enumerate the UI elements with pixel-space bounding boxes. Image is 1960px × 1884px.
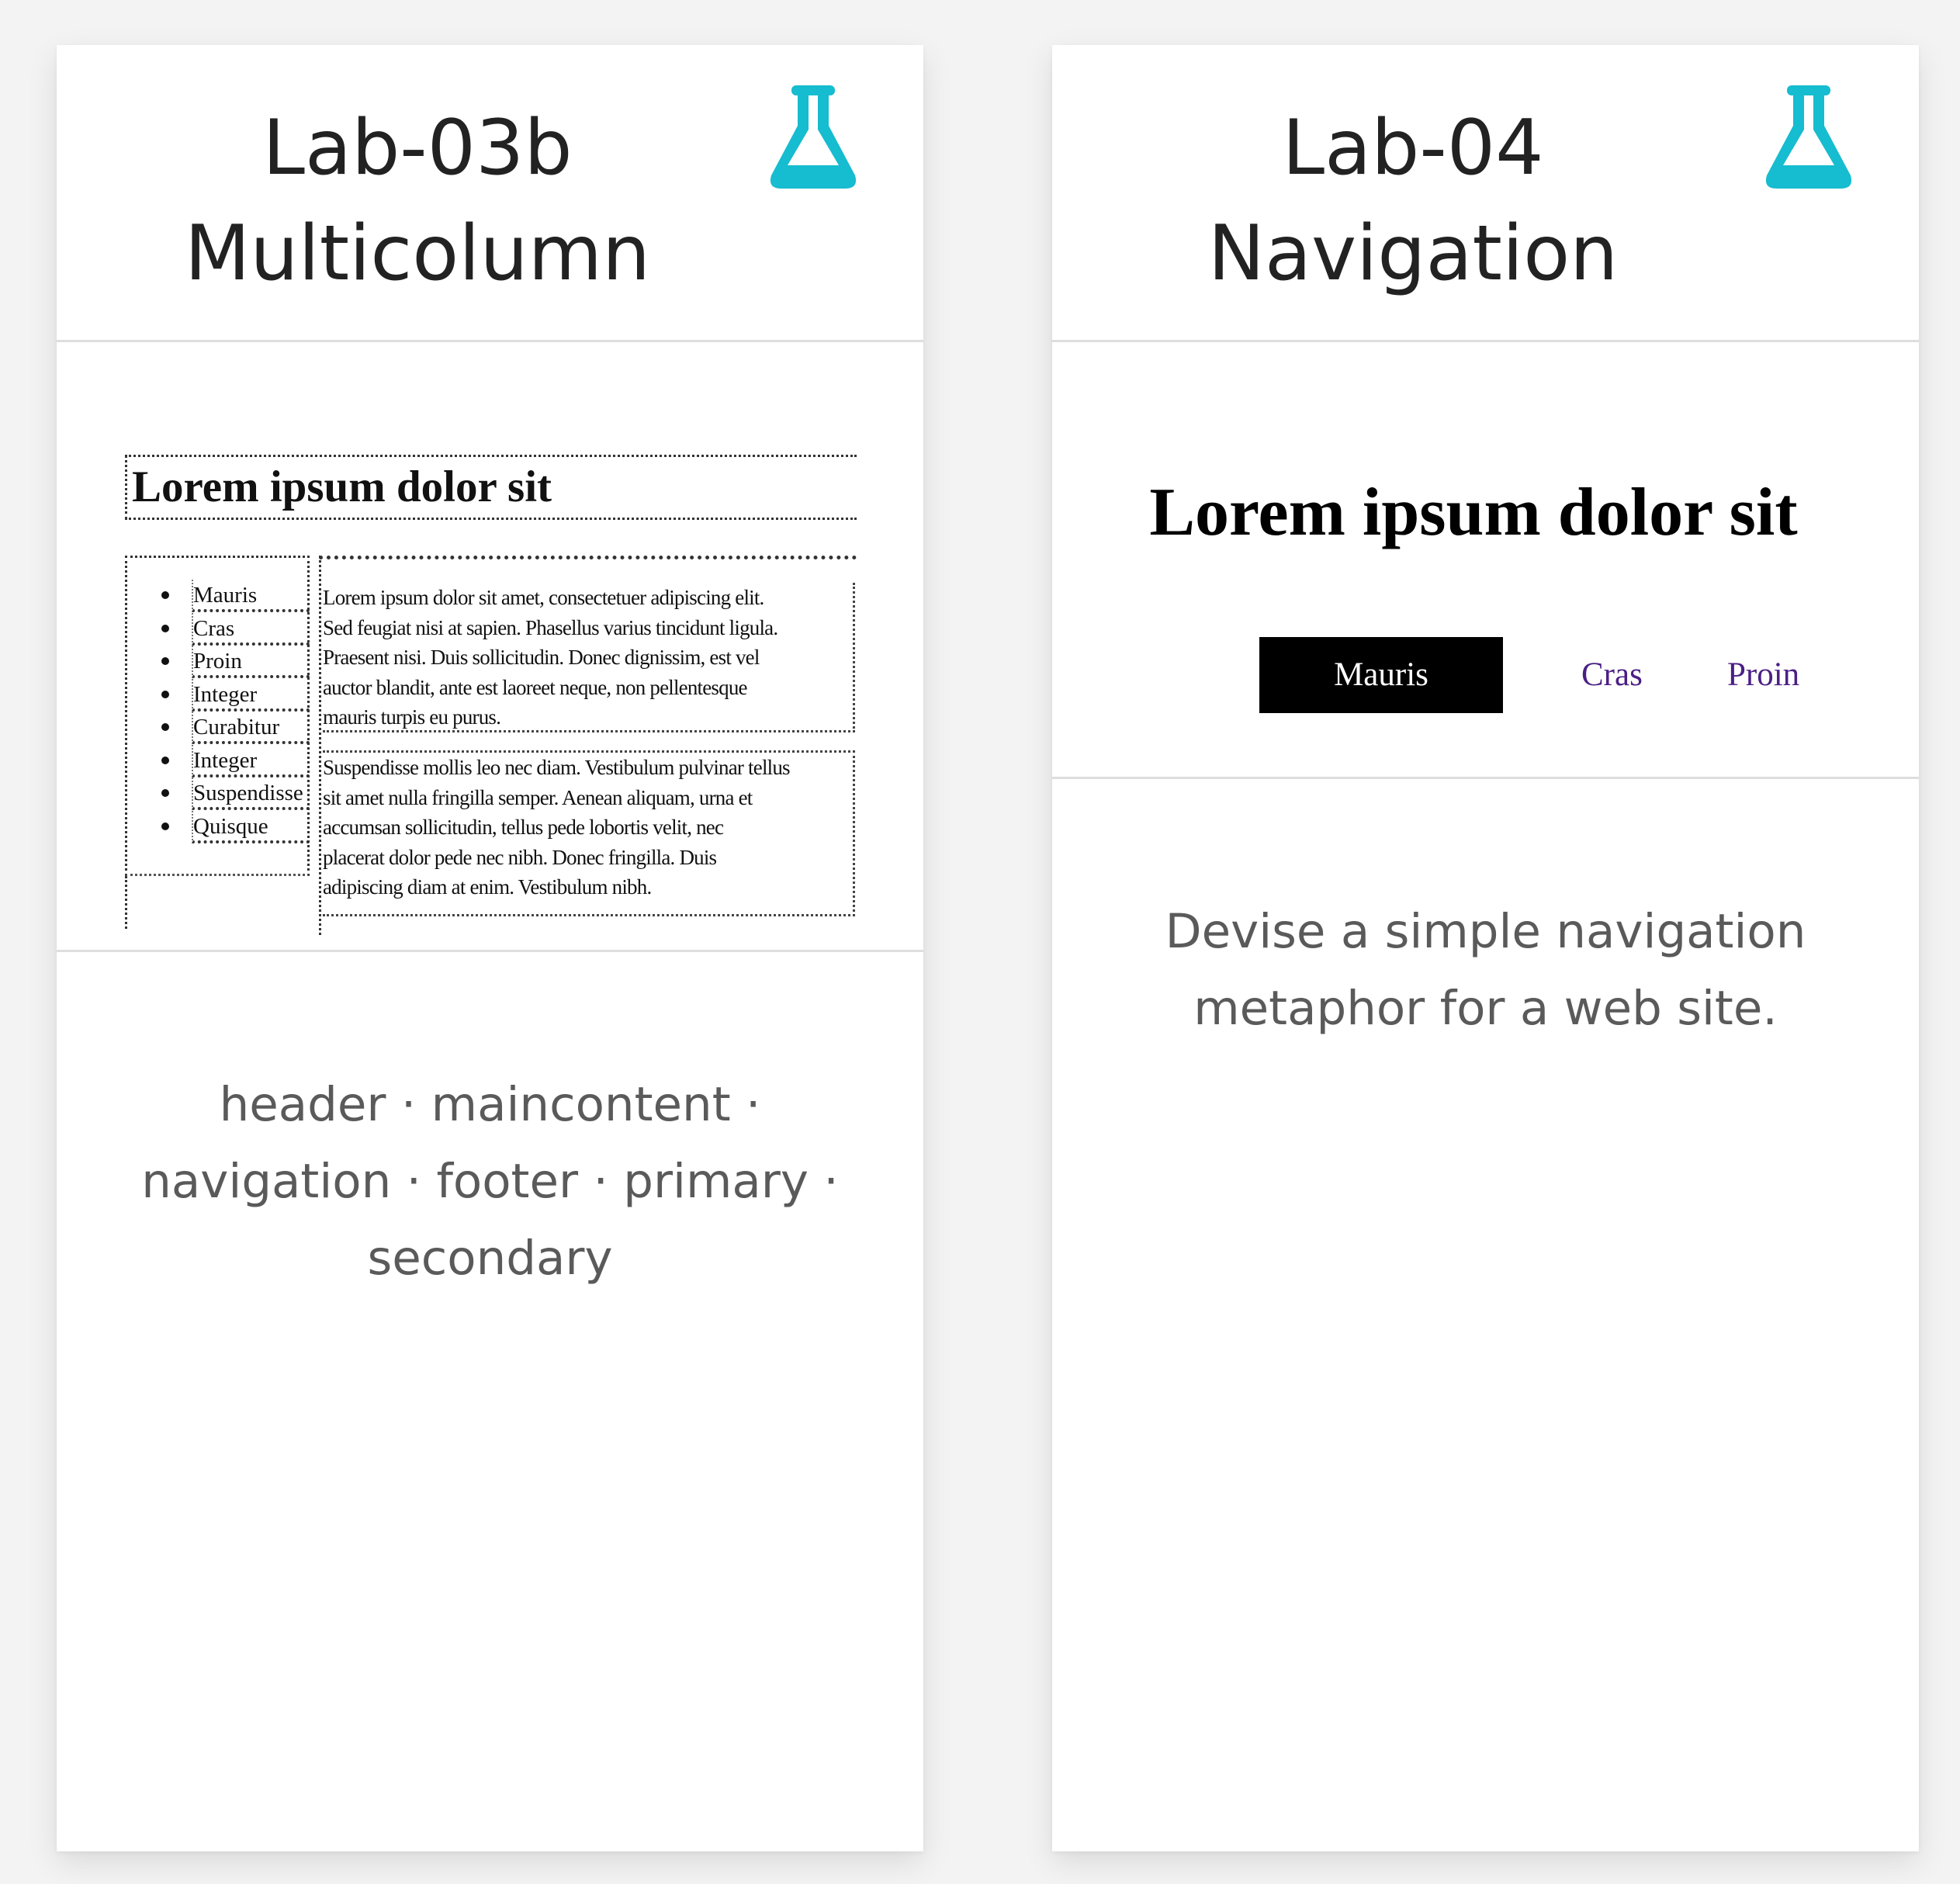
card-description: Devise a simple navigation metaphor for … (1130, 893, 1841, 1047)
card-title-line1: Lab-03b (262, 104, 573, 192)
thumbnail-divider (125, 876, 127, 929)
list-item: Proin (157, 646, 310, 679)
card-description: header · maincontent · navigation · foot… (134, 1066, 846, 1297)
list-item: Integer (157, 744, 310, 778)
thumbnail-list: Mauris Cras Proin Integer Curabitur Inte… (157, 580, 310, 844)
card-title[interactable]: Lab-04 Navigation (1075, 95, 1750, 306)
lab-card-04[interactable]: Lab-04 Navigation Lorem ipsum dolor sit … (1052, 45, 1919, 1851)
description-line: header · maincontent · (219, 1077, 761, 1132)
thumbnail-heading: Lorem ipsum dolor sit (1149, 475, 1798, 550)
multicolumn-thumbnail: Lorem ipsum dolor sit Mauris Cras Proin … (125, 455, 861, 935)
description-line: secondary (367, 1231, 613, 1286)
card-title-line2: Multicolumn (184, 210, 651, 298)
nav-link[interactable]: Cras (1581, 637, 1643, 713)
list-item: Suspendisse (157, 777, 310, 811)
card-preview-image: Lorem ipsum dolor sit Mauris Cras Proin … (57, 342, 923, 952)
list-item: Curabitur (157, 712, 310, 745)
list-item: Quisque (157, 810, 310, 844)
thumbnail-main: Lorem ipsum dolor sit amet, consectetuer… (319, 556, 857, 935)
thumbnail-paragraph: Lorem ipsum dolor sit amet, consectetuer… (323, 583, 855, 732)
card-preview-image: Lorem ipsum dolor sit Mauris Cras Proin (1052, 342, 1919, 779)
description-line: Devise a simple navigation (1165, 904, 1806, 959)
thumbnail-sidebar: Mauris Cras Proin Integer Curabitur Inte… (125, 556, 310, 876)
thumbnail-paragraph: Suspendisse mollis leo nec diam. Vestibu… (323, 750, 855, 916)
card-header: Lab-04 Navigation (1052, 45, 1919, 342)
card-header: Lab-03b Multicolumn (57, 45, 923, 342)
list-item: Cras (157, 612, 310, 646)
description-line: metaphor for a web site. (1193, 981, 1778, 1036)
list-item: Mauris (157, 580, 310, 613)
list-item: Integer (157, 678, 310, 712)
thumbnail-header: Lorem ipsum dolor sit (125, 455, 857, 520)
description-line: navigation · footer · primary · (141, 1154, 839, 1209)
flask-icon[interactable] (768, 85, 858, 190)
nav-link[interactable]: Proin (1727, 637, 1799, 713)
thumbnail-heading: Lorem ipsum dolor sit (132, 462, 552, 511)
nav-item-active[interactable]: Mauris (1259, 637, 1503, 713)
lab-card-03b[interactable]: Lab-03b Multicolumn Lorem ipsum dolor si… (57, 45, 923, 1851)
flask-icon[interactable] (1764, 85, 1854, 190)
card-title[interactable]: Lab-03b Multicolumn (80, 95, 755, 306)
card-title-line2: Navigation (1207, 210, 1619, 298)
card-title-line1: Lab-04 (1282, 104, 1544, 192)
